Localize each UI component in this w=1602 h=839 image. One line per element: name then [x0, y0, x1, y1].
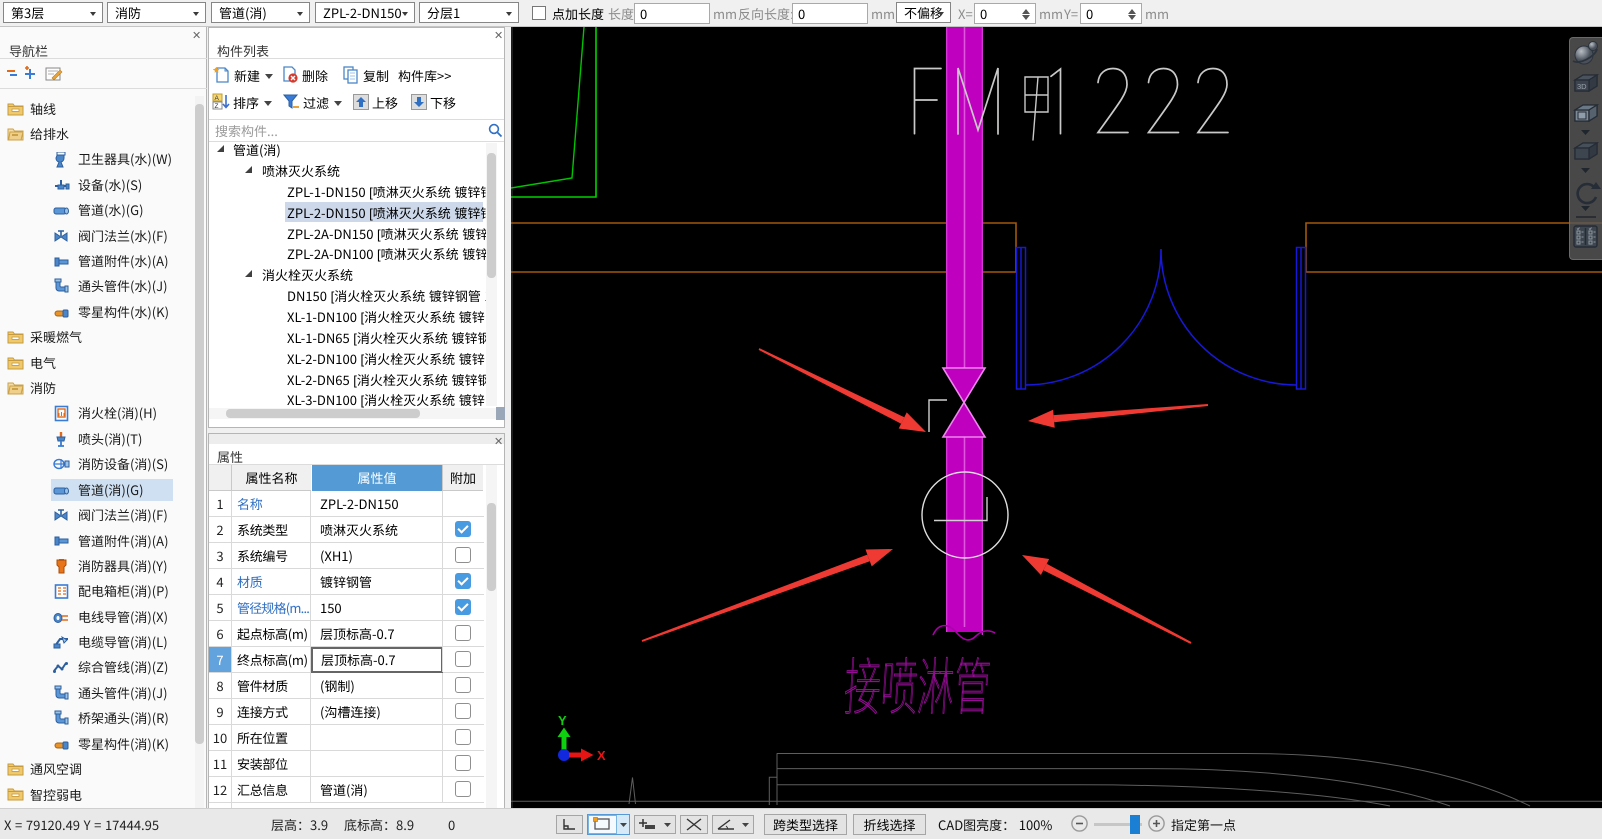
- svg-text:Z: Z: [215, 103, 219, 110]
- svg-text:X: X: [597, 748, 606, 763]
- svg-text:接喷淋管: 接喷淋管: [842, 637, 994, 727]
- svg-text:Y: Y: [558, 713, 567, 728]
- svg-text:A: A: [215, 95, 220, 102]
- svg-text:3D: 3D: [1577, 82, 1587, 91]
